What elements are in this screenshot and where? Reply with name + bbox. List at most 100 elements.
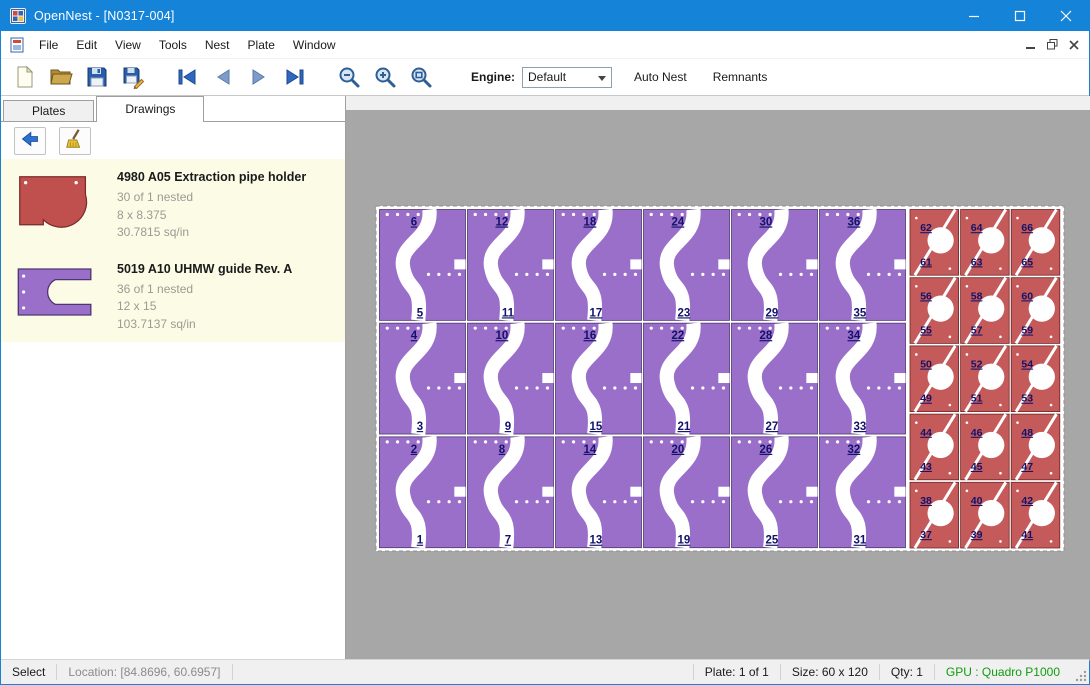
part-number[interactable]: 53 xyxy=(1021,393,1033,405)
maximize-icon[interactable] xyxy=(997,1,1043,31)
nest-canvas[interactable]: 6512111817242330293635431091615222128273… xyxy=(346,96,1090,661)
part-number[interactable]: 56 xyxy=(920,290,932,302)
part-number[interactable]: 9 xyxy=(505,421,511,433)
part-number[interactable]: 54 xyxy=(1021,359,1033,371)
part-number[interactable]: 35 xyxy=(854,307,867,319)
part-number[interactable]: 18 xyxy=(584,217,597,229)
part-number[interactable]: 64 xyxy=(971,222,983,234)
part-number[interactable]: 13 xyxy=(590,535,603,547)
last-plate-icon[interactable] xyxy=(277,61,313,93)
engine-select[interactable]: Default xyxy=(522,67,612,88)
part-number[interactable]: 5 xyxy=(417,307,424,319)
part-number[interactable]: 17 xyxy=(590,307,603,319)
part-number[interactable]: 1 xyxy=(417,535,424,547)
part-number[interactable]: 2 xyxy=(411,444,417,456)
zoom-fit-icon[interactable] xyxy=(403,61,439,93)
part-number[interactable]: 28 xyxy=(760,330,773,342)
part-number[interactable]: 66 xyxy=(1021,222,1033,234)
auto-nest-button[interactable]: Auto Nest xyxy=(630,66,691,88)
part-number[interactable]: 3 xyxy=(417,421,423,433)
part-number[interactable]: 45 xyxy=(971,461,983,473)
part-number[interactable]: 31 xyxy=(854,535,867,547)
part-number[interactable]: 40 xyxy=(971,495,983,507)
part-number[interactable]: 36 xyxy=(848,217,861,229)
part-number[interactable]: 25 xyxy=(766,535,779,547)
title-bar[interactable]: OpenNest - [N0317-004] xyxy=(1,1,1089,31)
minimize-icon[interactable] xyxy=(951,1,997,31)
part-number[interactable]: 26 xyxy=(760,444,773,456)
zoom-out-icon[interactable] xyxy=(331,61,367,93)
next-plate-icon[interactable] xyxy=(241,61,277,93)
part-number[interactable]: 48 xyxy=(1021,427,1033,439)
save-icon[interactable] xyxy=(79,61,115,93)
first-plate-icon[interactable] xyxy=(169,61,205,93)
part-number[interactable]: 60 xyxy=(1021,290,1033,302)
move-to-plates-button[interactable] xyxy=(14,127,46,155)
mdi-close-icon[interactable] xyxy=(1069,40,1079,50)
part-number[interactable]: 38 xyxy=(920,495,932,507)
part-number[interactable]: 8 xyxy=(499,444,506,456)
part-number[interactable]: 22 xyxy=(672,330,685,342)
drawing-list-item-uhmw-guide[interactable]: 5019 A10 UHMW guide Rev. A 36 of 1 neste… xyxy=(1,251,345,343)
part-number[interactable]: 29 xyxy=(766,307,779,319)
part-number[interactable]: 20 xyxy=(672,444,685,456)
part-number[interactable]: 30 xyxy=(760,217,773,229)
part-number[interactable]: 27 xyxy=(766,421,779,433)
part-number[interactable]: 44 xyxy=(920,427,932,439)
menu-item-view[interactable]: View xyxy=(106,33,150,57)
remnants-button[interactable]: Remnants xyxy=(709,66,772,88)
save-as-icon[interactable] xyxy=(115,61,151,93)
part-number[interactable]: 6 xyxy=(411,217,417,229)
part-number[interactable]: 58 xyxy=(971,290,983,302)
part-number[interactable]: 21 xyxy=(678,421,691,433)
menu-item-window[interactable]: Window xyxy=(284,33,345,57)
part-number[interactable]: 52 xyxy=(971,359,983,371)
menu-item-tools[interactable]: Tools xyxy=(150,33,196,57)
part-number[interactable]: 49 xyxy=(920,393,932,405)
part-number[interactable]: 15 xyxy=(590,421,603,433)
part-number[interactable]: 61 xyxy=(920,256,932,268)
part-number[interactable]: 23 xyxy=(678,307,691,319)
part-number[interactable]: 16 xyxy=(584,330,597,342)
new-file-icon[interactable] xyxy=(7,61,43,93)
part-number[interactable]: 46 xyxy=(971,427,983,439)
resize-grip[interactable] xyxy=(1071,660,1089,684)
part-number[interactable]: 51 xyxy=(971,393,983,405)
part-number[interactable]: 24 xyxy=(672,217,685,229)
part-number[interactable]: 55 xyxy=(920,325,932,337)
previous-plate-icon[interactable] xyxy=(205,61,241,93)
document-icon[interactable] xyxy=(9,37,25,53)
clear-drawings-button[interactable] xyxy=(59,127,91,155)
mdi-minimize-icon[interactable] xyxy=(1026,40,1036,50)
part-number[interactable]: 4 xyxy=(411,330,418,342)
tab-plates[interactable]: Plates xyxy=(3,100,94,122)
part-number[interactable]: 11 xyxy=(502,307,515,319)
part-number[interactable]: 32 xyxy=(848,444,861,456)
part-number[interactable]: 10 xyxy=(496,330,509,342)
menu-item-nest[interactable]: Nest xyxy=(196,33,239,57)
part-number[interactable]: 12 xyxy=(496,217,509,229)
open-file-icon[interactable] xyxy=(43,61,79,93)
menu-item-file[interactable]: File xyxy=(30,33,67,57)
part-number[interactable]: 63 xyxy=(971,256,983,268)
part-number[interactable]: 43 xyxy=(920,461,932,473)
close-icon[interactable] xyxy=(1043,1,1089,31)
part-number[interactable]: 59 xyxy=(1021,325,1033,337)
part-number[interactable]: 42 xyxy=(1021,495,1033,507)
part-number[interactable]: 19 xyxy=(678,535,691,547)
zoom-in-icon[interactable] xyxy=(367,61,403,93)
part-number[interactable]: 34 xyxy=(848,330,861,342)
mdi-restore-icon[interactable] xyxy=(1047,39,1058,50)
drawing-list-item-pipe-holder[interactable]: 4980 A05 Extraction pipe holder 30 of 1 … xyxy=(1,159,345,251)
menu-item-edit[interactable]: Edit xyxy=(67,33,106,57)
part-number[interactable]: 41 xyxy=(1021,529,1033,541)
part-number[interactable]: 14 xyxy=(584,444,597,456)
part-number[interactable]: 47 xyxy=(1021,461,1033,473)
part-number[interactable]: 7 xyxy=(505,535,511,547)
part-number[interactable]: 57 xyxy=(971,325,983,337)
part-number[interactable]: 50 xyxy=(920,359,932,371)
part-number[interactable]: 62 xyxy=(920,222,932,234)
tab-drawings[interactable]: Drawings xyxy=(96,96,204,122)
part-number[interactable]: 33 xyxy=(854,421,867,433)
part-number[interactable]: 37 xyxy=(920,529,932,541)
